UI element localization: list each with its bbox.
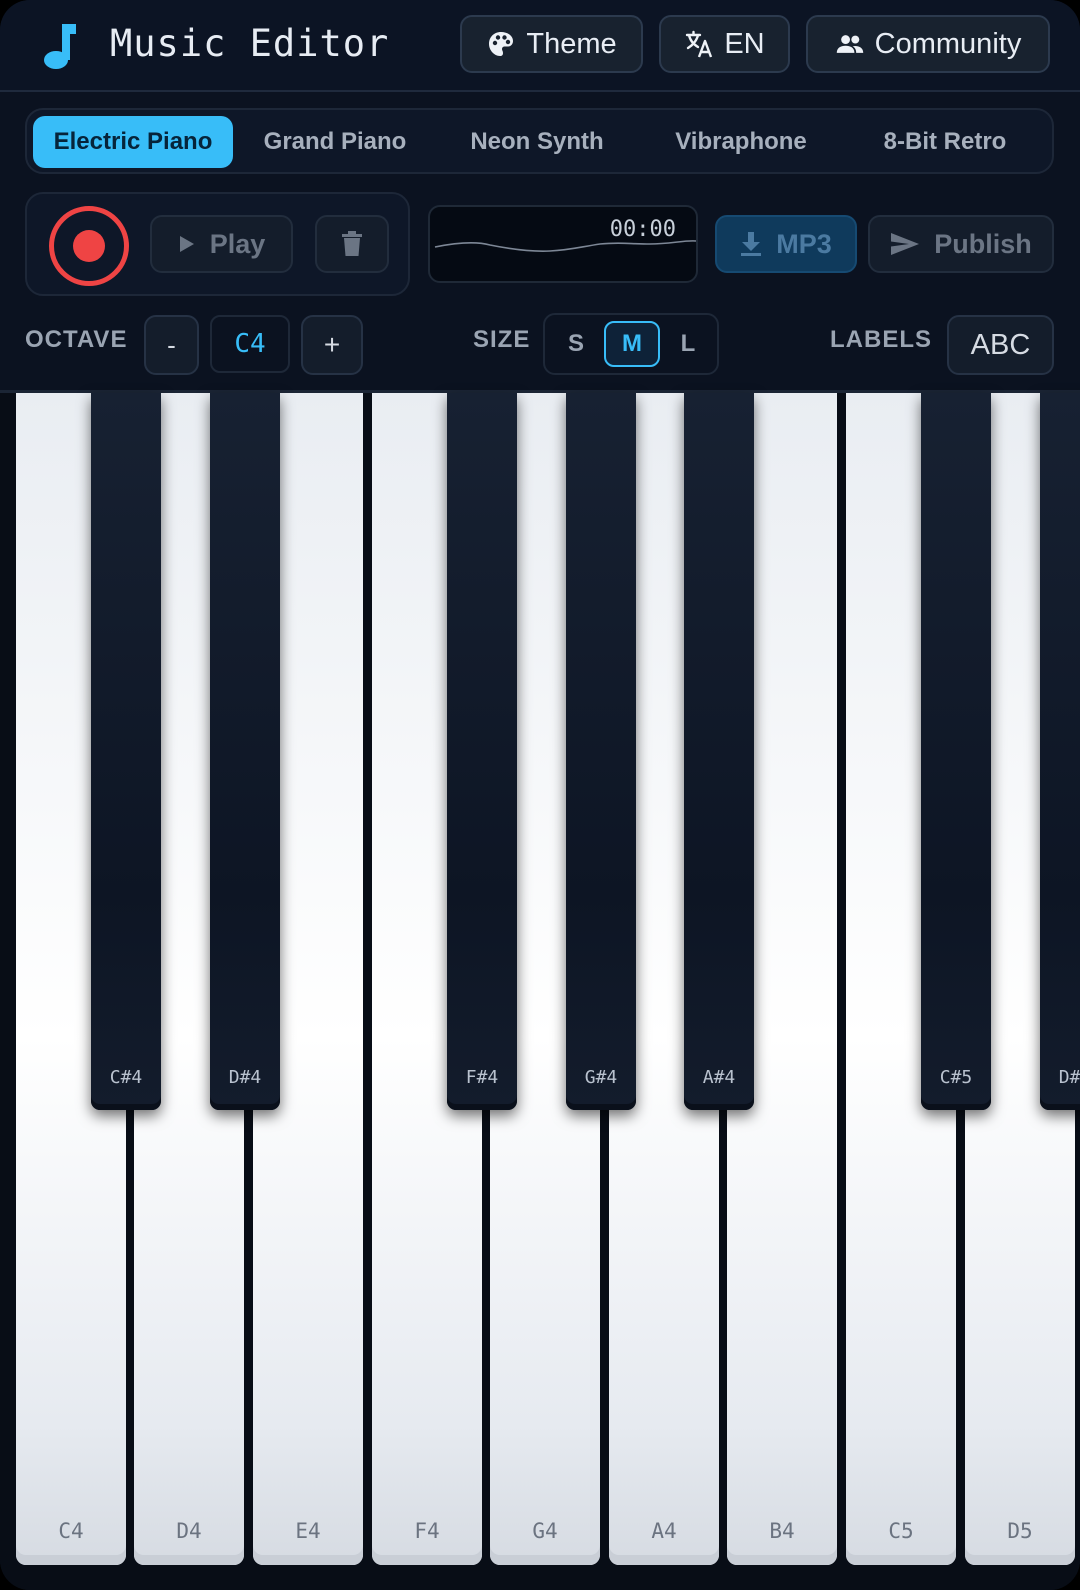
black-key-c-sharp-5[interactable]: C#5 [921,393,991,1110]
key-label: D#5 [1058,1067,1080,1088]
size-label: SIZE [473,326,531,353]
people-icon [836,35,863,53]
instrument-tabs: Electric Piano Grand Piano Neon Synth Vi… [25,108,1054,174]
community-button-label: Community [874,27,1022,60]
tab-vibraphone[interactable]: Vibraphone [641,116,841,168]
delete-button[interactable] [315,215,389,273]
palette-icon [489,32,514,56]
mp3-download-button[interactable]: MP3 [715,215,857,273]
key-label: D5 [1007,1519,1033,1543]
language-button[interactable]: EN [659,15,790,73]
key-label: G#4 [584,1067,618,1088]
octave-increase-button[interactable]: + [301,315,363,375]
recorder-panel: Play [25,192,410,296]
key-label: C#5 [939,1067,973,1088]
key-label: A4 [651,1519,677,1543]
octave-decrease-button[interactable]: - [144,315,199,375]
header: Music Editor Theme EN Community [0,0,1080,92]
black-key-a-sharp-4[interactable]: A#4 [684,393,754,1110]
time-readout: 00:00 [609,217,676,242]
community-button[interactable]: Community [806,15,1050,73]
black-key-g-sharp-4[interactable]: G#4 [566,393,636,1110]
publish-button[interactable]: Publish [868,215,1054,273]
size-option-l[interactable]: L [660,321,716,367]
mp3-button-label: MP3 [776,228,832,259]
send-icon [891,233,920,255]
record-button[interactable] [49,206,129,286]
key-label: F4 [414,1519,440,1543]
key-label: G4 [532,1519,558,1543]
key-label: C4 [58,1519,84,1543]
key-label: C#4 [109,1067,143,1088]
black-key-d-sharp-5[interactable]: D#5 [1040,393,1080,1110]
music-note-icon [44,24,76,69]
key-label: E4 [295,1519,321,1543]
piano-keyboard: C4 D4 E4 F4 G4 A4 B4 C5 D5 C#4 D#4 F#4 G… [0,393,1080,1590]
theme-button[interactable]: Theme [460,15,643,73]
tab-neon-synth[interactable]: Neon Synth [437,116,637,168]
publish-button-label: Publish [934,228,1032,259]
key-label: A#4 [702,1067,736,1088]
size-option-m[interactable]: M [604,321,660,367]
play-icon [179,236,194,252]
black-key-c-sharp-4[interactable]: C#4 [91,393,161,1110]
download-icon [741,232,762,256]
translate-icon [686,30,713,58]
size-option-s[interactable]: S [548,321,604,367]
music-editor-app: Music Editor Theme EN Community Electric… [0,0,1080,1590]
size-selector: S M L [543,313,719,375]
language-button-label: EN [724,27,765,60]
play-button[interactable]: Play [150,215,293,273]
record-dot-icon [73,230,105,262]
key-label: D#4 [228,1067,262,1088]
key-label: C5 [888,1519,914,1543]
tab-8-bit-retro[interactable]: 8-Bit Retro [845,116,1045,168]
tab-electric-piano[interactable]: Electric Piano [33,116,233,168]
app-title: Music Editor [110,22,390,65]
play-button-label: Play [209,228,266,259]
black-key-d-sharp-4[interactable]: D#4 [210,393,280,1110]
key-label: D4 [176,1519,202,1543]
octave-value: C4 [210,315,290,373]
octave-label: OCTAVE [25,326,128,353]
waveform-display: 00:00 [428,205,698,283]
labels-label: LABELS [830,326,932,353]
tab-grand-piano[interactable]: Grand Piano [237,116,433,168]
key-label: F#4 [465,1067,499,1088]
key-label: B4 [769,1519,795,1543]
trash-icon [342,231,362,256]
theme-button-label: Theme [526,27,617,60]
black-key-f-sharp-4[interactable]: F#4 [447,393,517,1110]
labels-toggle-button[interactable]: ABC [947,315,1054,375]
